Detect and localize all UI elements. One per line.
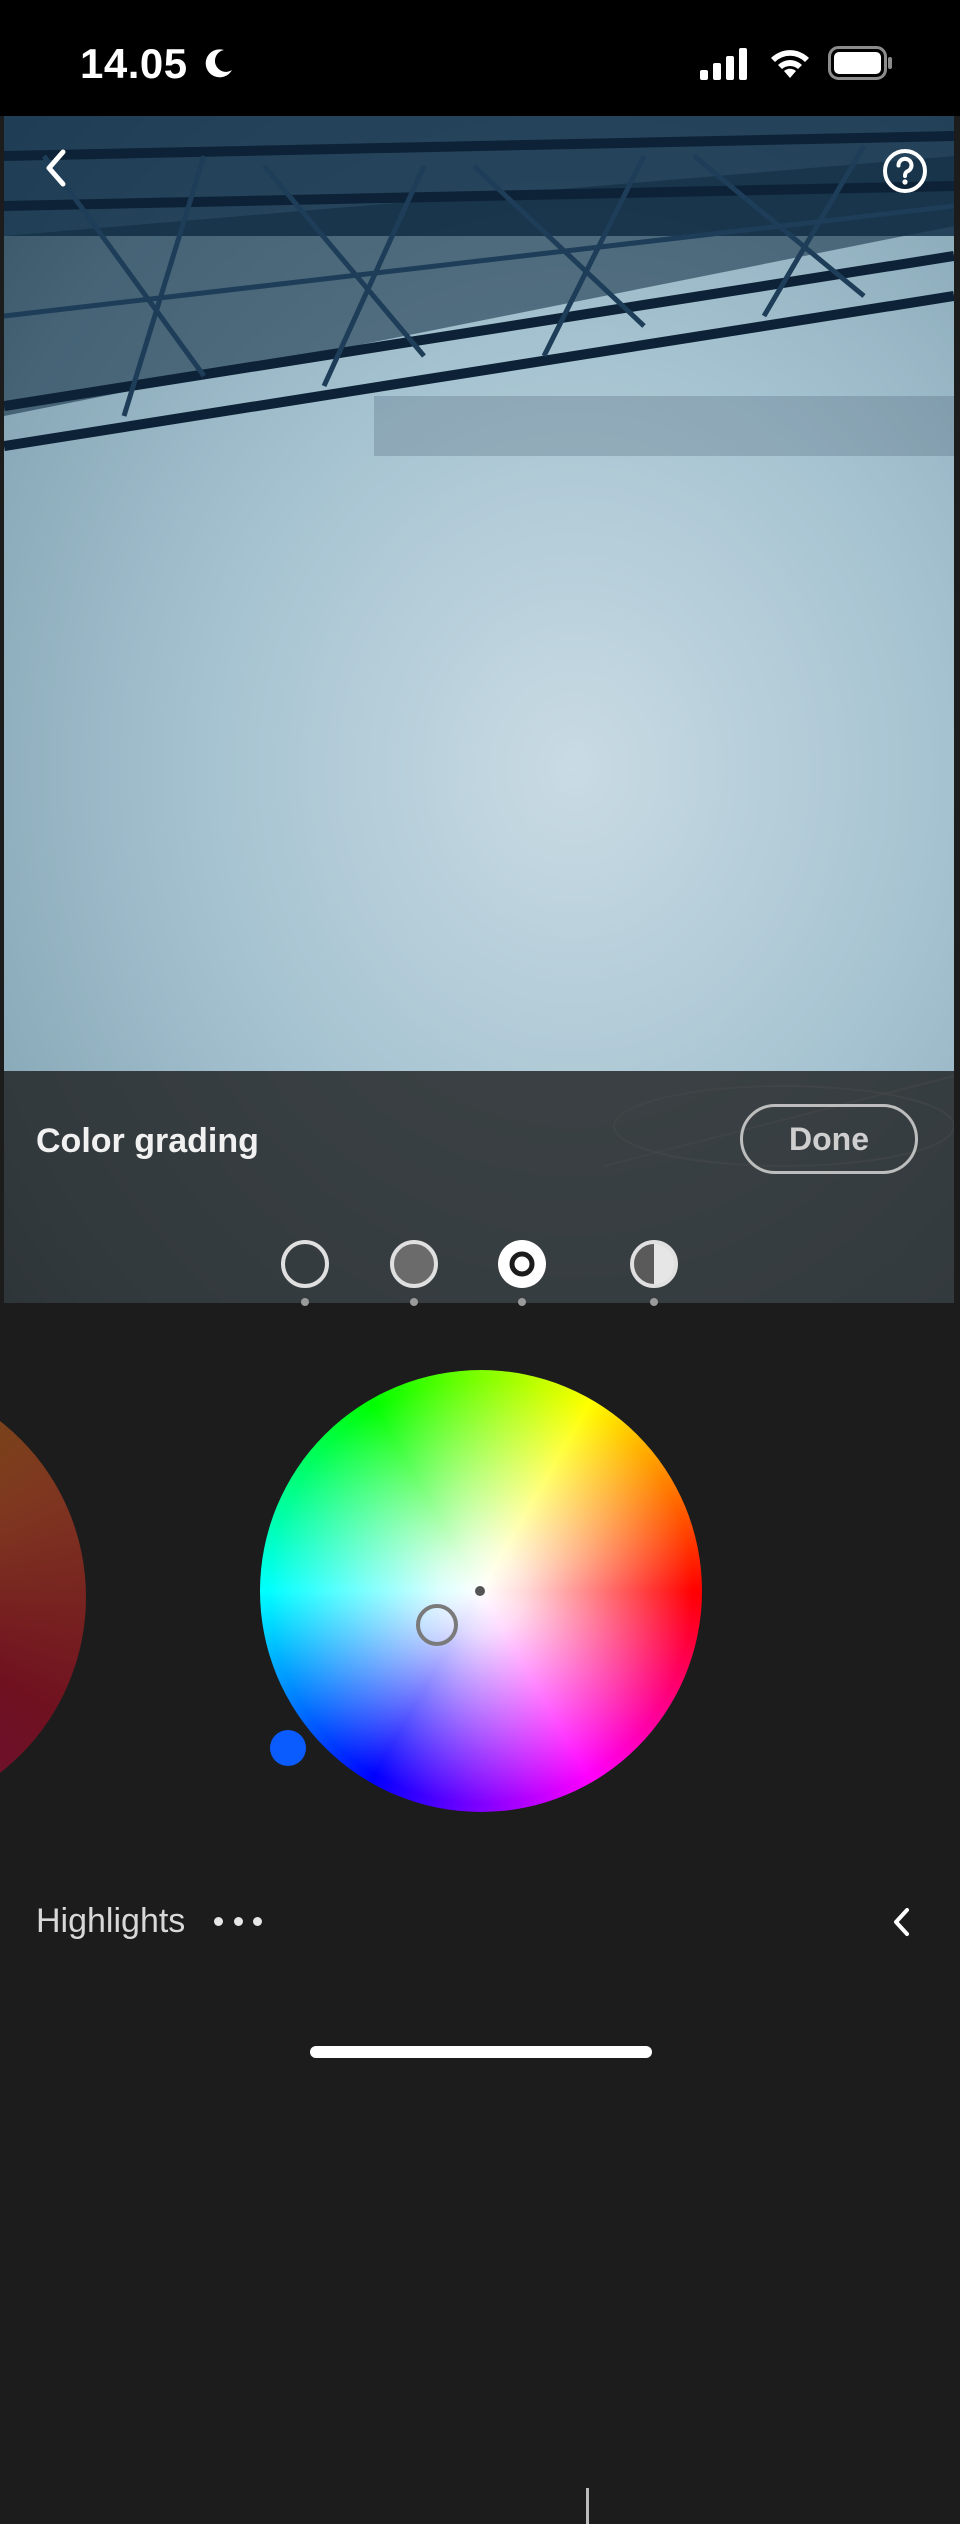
more-options-button[interactable] [214, 1906, 262, 1936]
highlights-tab-icon[interactable] [496, 1238, 548, 1290]
more-dot [253, 1916, 262, 1926]
blend-knob[interactable] [270, 1730, 306, 1766]
chevron-left-icon [46, 149, 66, 187]
collapse-button[interactable] [884, 1900, 918, 1944]
color-range-tabs [0, 1238, 960, 2524]
shadows-tab-icon[interactable] [279, 1238, 331, 1290]
global-tab-icon[interactable] [628, 1238, 680, 1290]
more-dot [233, 1916, 243, 1926]
home-indicator[interactable] [310, 2046, 652, 2058]
stadium-truss-graphic [4, 116, 954, 456]
more-dots-icon [214, 1916, 223, 1926]
done-button[interactable]: Done [740, 1104, 918, 1174]
back-button[interactable] [34, 146, 78, 190]
status-time: 14.05 [80, 40, 188, 87]
color-wheel-area [0, 1304, 960, 1864]
battery-icon [828, 46, 892, 80]
range-label: Highlights [36, 1902, 186, 1940]
status-bar: 14.05 [0, 0, 960, 116]
chevron-left-icon [894, 1908, 909, 1936]
color-wheel-handle[interactable] [416, 1604, 458, 1646]
wheel-center-dot [475, 1586, 485, 1596]
moon-icon [205, 49, 232, 78]
help-icon[interactable] [882, 148, 928, 194]
tab-divider [586, 2488, 589, 2524]
previous-color-wheel[interactable] [0, 1374, 86, 1820]
panel-title: Color grading [36, 1122, 259, 1160]
signal-icon [700, 48, 747, 80]
midtones-tab-icon[interactable] [388, 1238, 440, 1290]
wifi-icon [771, 50, 809, 78]
